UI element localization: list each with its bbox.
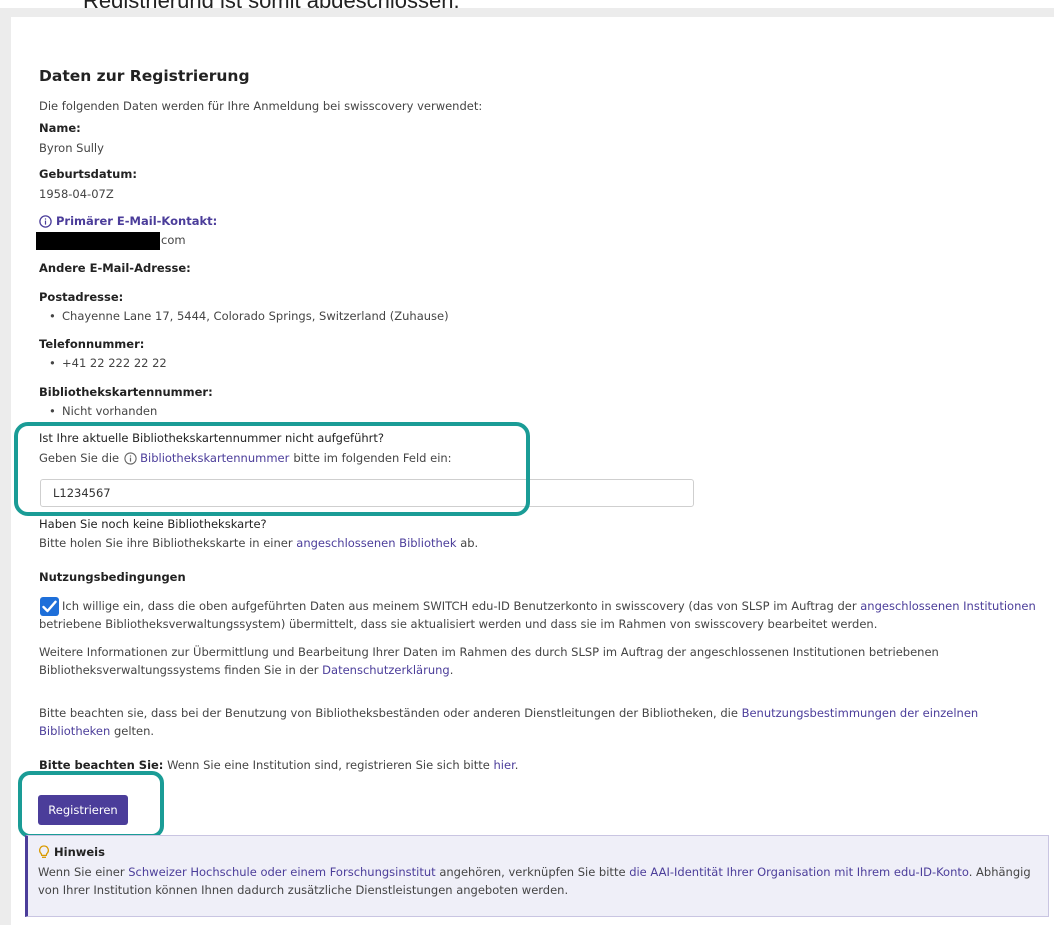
birthdate-value: 1958-04-07Z: [39, 187, 114, 201]
redacted-email: [36, 232, 160, 250]
consent-text-line2: betriebene Bibliotheksverwaltungssystem)…: [39, 617, 878, 631]
privacy-info-end: .: [449, 663, 454, 677]
name-label: Name:: [39, 121, 81, 135]
terms-heading: Nutzungsbedingungen: [39, 570, 186, 584]
birthdate-label: Geburtsdatum:: [39, 167, 137, 181]
institution-register-link[interactable]: hier: [494, 758, 515, 772]
privacy-policy-link[interactable]: Datenschutzerklärung: [322, 663, 450, 677]
window-frame-top: [0, 8, 1054, 17]
no-card-question: Haben Sie noch keine Bibliothekskarte?: [39, 517, 267, 531]
email-suffix: com: [161, 233, 186, 247]
institution-note-end: .: [514, 758, 519, 772]
no-card-text: Bitte holen Sie ihre Bibliothekskarte in…: [39, 536, 478, 550]
other-email-label: Andere E-Mail-Adresse:: [39, 261, 191, 275]
affiliated-library-link[interactable]: angeschlossenen Bibliothek: [296, 536, 456, 550]
hint-header: Hinweis: [38, 845, 105, 859]
consent-text-line1: Ich willige ein, dass die oben aufgeführ…: [62, 597, 1052, 615]
institution-note: Bitte beachten Sie: Wenn Sie eine Instit…: [39, 758, 518, 772]
institution-note-bold: Bitte beachten Sie:: [39, 758, 164, 772]
usage-text-1: Bitte beachten sie, dass bei der Benutzu…: [39, 706, 738, 720]
consent-checkbox[interactable]: [40, 597, 59, 616]
university-link[interactable]: Schweizer Hochschule oder einem Forschun…: [128, 865, 435, 879]
registration-panel: Daten zur Registrierung Die folgenden Da…: [11, 17, 1054, 925]
primary-email-label-text: Primärer E-Mail-Kontakt:: [56, 214, 218, 228]
hint-text-2: angehören, verknüpfen Sie bitte: [439, 865, 626, 879]
privacy-info-1: Weitere Informationen zur Übermittlung u…: [39, 645, 939, 677]
privacy-info-text: Weitere Informationen zur Übermittlung u…: [39, 643, 1039, 679]
consent-text-1: Ich willige ein, dass die oben aufgeführ…: [62, 599, 857, 613]
intro-text: Die folgenden Daten werden für Ihre Anme…: [39, 99, 483, 113]
postal-address-label: Postadresse:: [39, 290, 124, 304]
lightbulb-icon: [39, 845, 49, 858]
page-title: Daten zur Registrierung: [39, 67, 250, 85]
highlight-card-input: [14, 422, 530, 516]
checkmark-icon: [42, 600, 57, 613]
hint-title: Hinweis: [54, 845, 105, 859]
usage-text-2: gelten.: [113, 724, 155, 738]
no-card-text-pre: Bitte holen Sie ihre Bibliothekskarte in…: [39, 536, 293, 550]
no-card-text-post: ab.: [460, 536, 479, 550]
hint-text-1: Wenn Sie einer: [38, 865, 125, 879]
window-frame-left: [0, 17, 11, 925]
card-number-item: Nicht vorhanden: [49, 404, 157, 418]
aai-identity-link[interactable]: die AAI-Identität Ihrer Organisation mit…: [629, 865, 969, 879]
name-value: Byron Sully: [39, 141, 104, 155]
hint-box: Hinweis Wenn Sie einer Schweizer Hochsch…: [25, 835, 1049, 917]
phone-label: Telefonnummer:: [39, 337, 145, 351]
institution-note-text: Wenn Sie eine Institution sind, registri…: [167, 758, 490, 772]
usage-terms-text: Bitte beachten sie, dass bei der Benutzu…: [39, 704, 1051, 740]
primary-email-label[interactable]: Primärer E-Mail-Kontakt:: [39, 214, 217, 228]
card-number-label: Bibliothekskartennummer:: [39, 385, 213, 399]
postal-address-item: Chayenne Lane 17, 5444, Colorado Springs…: [49, 309, 449, 323]
phone-item: +41 22 222 22 22: [49, 356, 167, 370]
highlight-register-button: [18, 771, 164, 838]
info-icon: [39, 214, 52, 228]
affiliated-institutions-link[interactable]: angeschlossenen Institutionen: [860, 599, 1035, 613]
hint-text: Wenn Sie einer Schweizer Hochschule oder…: [38, 863, 1038, 899]
